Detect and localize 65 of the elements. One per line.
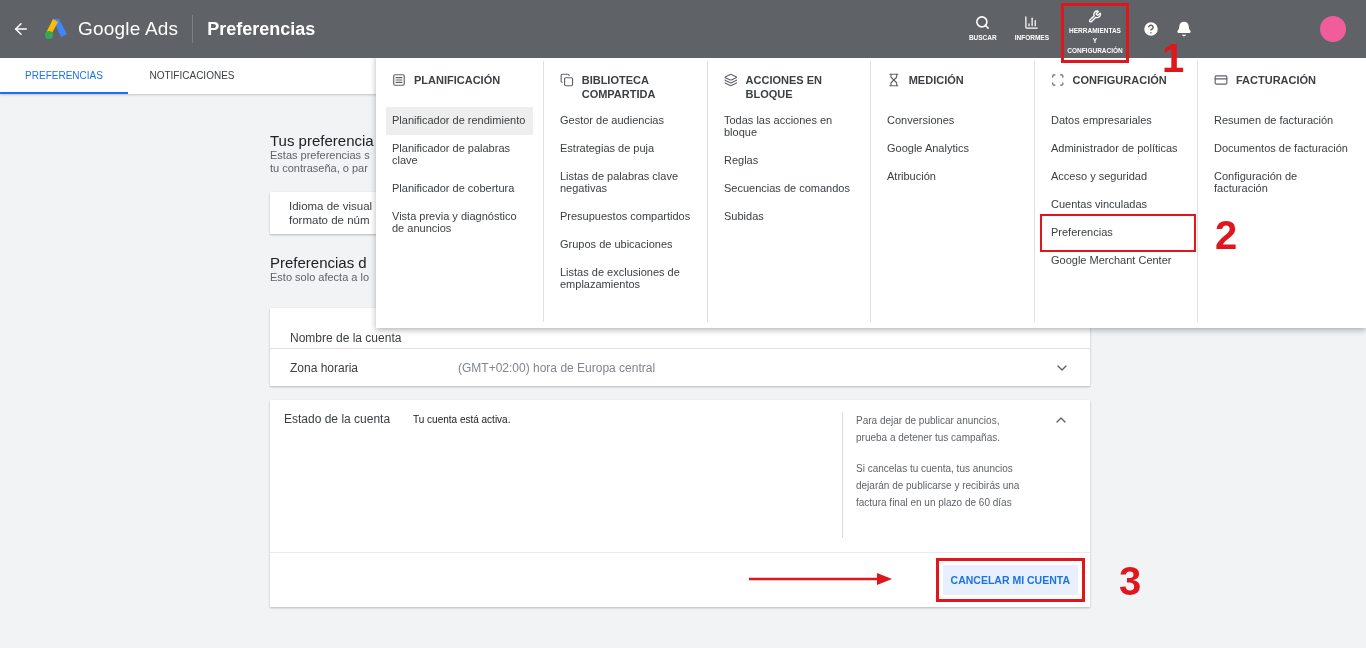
- setting-label: Estado de la cuenta: [284, 412, 392, 428]
- menu-item[interactable]: Todas las acciones en bloque: [718, 107, 860, 147]
- setting-label: Nombre de la cuenta: [290, 331, 403, 345]
- page-title: Preferencias: [207, 18, 316, 40]
- menu-item[interactable]: Presupuestos compartidos: [554, 203, 697, 231]
- menu-item[interactable]: Secuencias de comandos: [718, 175, 860, 203]
- tab[interactable]: NOTIFICACIONES: [128, 58, 256, 94]
- bell-icon[interactable]: [1176, 21, 1192, 37]
- help-text: Si cancelas tu cuenta, tus anuncios dejarán de publicarse y recibirás una factura final en un plazo de 60 días: [856, 462, 1021, 510]
- menu-item[interactable]: Conversiones: [881, 107, 1024, 135]
- menu-item[interactable]: Planificador de rendimiento: [386, 107, 533, 135]
- menu-item[interactable]: Listas de palabras clave negativas: [554, 163, 697, 203]
- menu-item[interactable]: Listas de exclusiones de emplazamientos: [554, 259, 697, 299]
- menu-item[interactable]: Subidas: [718, 203, 860, 231]
- menu-section-title: MEDICIÓN: [908, 73, 965, 87]
- step-number: 3: [1119, 561, 1142, 601]
- menu-item[interactable]: Administrador de políticas: [1045, 135, 1187, 163]
- menu-item[interactable]: Planificador de cobertura: [386, 175, 533, 203]
- setting-label: Idioma de visual: [289, 199, 373, 213]
- logo-icon: [44, 18, 68, 40]
- section-description: Estas preferencias s: [270, 149, 370, 162]
- menu-item[interactable]: Planificador de palabras clave: [386, 135, 533, 175]
- section-description: Esto solo afecta a lo: [270, 271, 370, 284]
- stacked-pages-icon: [560, 73, 574, 87]
- cancel-account-button[interactable]: CANCELAR MI CUENTA: [942, 565, 1078, 595]
- section-title: Tus preferencia: [270, 132, 374, 149]
- menu-section-title: BIBLIOTECA COMPARTIDA: [581, 73, 657, 101]
- search-icon: [975, 15, 991, 30]
- menu-item[interactable]: Datos empresariales: [1045, 107, 1187, 135]
- section-title: Preferencias d: [270, 254, 367, 271]
- bar-chart-icon: [1024, 15, 1040, 30]
- list-icon: [392, 73, 406, 87]
- setting-value: (GMT+02:00) hora de Europa central: [458, 360, 657, 375]
- section-description: tu contraseña, o par: [270, 162, 368, 175]
- setting-label: Zona horaria: [290, 360, 360, 375]
- help-text: Para dejar de publicar anuncios, prueba a detener tus campañas.: [856, 414, 1001, 445]
- menu-item[interactable]: Acceso y seguridad: [1045, 163, 1187, 191]
- setting-label: formato de núm: [289, 213, 370, 227]
- wrench-icon: [1086, 10, 1104, 23]
- back-button[interactable]: [12, 20, 30, 38]
- menu-item[interactable]: Reglas: [718, 147, 860, 175]
- hourglass-icon: [887, 73, 901, 87]
- menu-item[interactable]: Google Analytics: [881, 135, 1024, 163]
- menu-item[interactable]: Configuración de facturación: [1208, 163, 1356, 203]
- tab[interactable]: PREFERENCIAS: [0, 58, 128, 94]
- menu-item[interactable]: Estrategias de puja: [554, 135, 697, 163]
- credit-card-icon: [1214, 73, 1228, 87]
- menu-item[interactable]: Resumen de facturación: [1208, 107, 1356, 135]
- menu-section-title: PLANIFICACIÓN: [414, 73, 502, 87]
- menu-section-title: ACCIONES EN BLOQUE: [745, 73, 823, 101]
- menu-section-title: FACTURACIÓN: [1236, 73, 1318, 87]
- menu-item[interactable]: Gestor de audiencias: [554, 107, 697, 135]
- frame-icon: [1051, 73, 1065, 87]
- menu-item[interactable]: Grupos de ubicaciones: [554, 231, 697, 259]
- step-number: 2: [1215, 215, 1238, 255]
- help-icon[interactable]: [1142, 20, 1160, 38]
- menu-section-title: CONFIGURACIÓN: [1072, 73, 1168, 87]
- setting-value: Tu cuenta está activa.: [413, 413, 512, 427]
- menu-item[interactable]: Documentos de facturación: [1208, 135, 1356, 163]
- menu-item[interactable]: Google Merchant Center: [1045, 247, 1187, 275]
- menu-item[interactable]: Vista previa y diagnóstico de anuncios: [386, 203, 533, 243]
- product-name: Google Ads: [78, 18, 179, 40]
- menu-item[interactable]: Cuentas vinculadas: [1045, 191, 1187, 219]
- layers-icon: [724, 73, 738, 87]
- menu-item[interactable]: Atribución: [881, 163, 1024, 191]
